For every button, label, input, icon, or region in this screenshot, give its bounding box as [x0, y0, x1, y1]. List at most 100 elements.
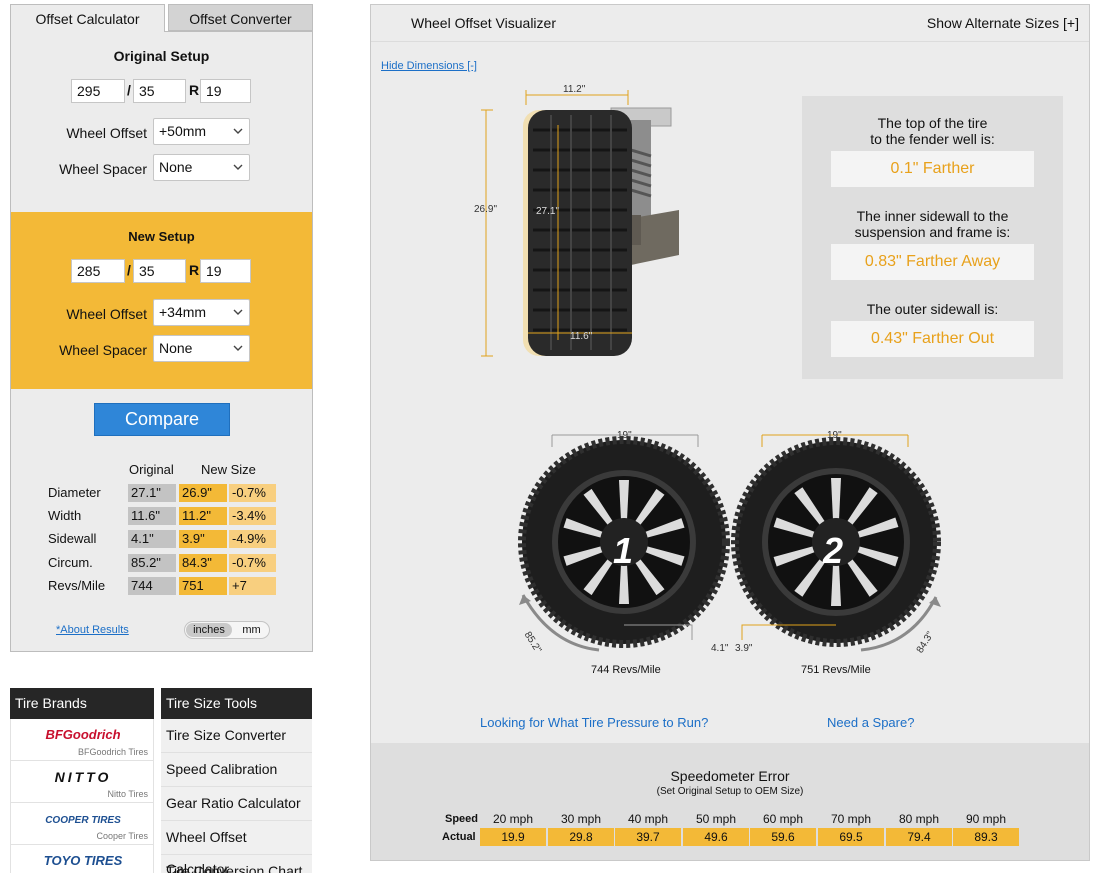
- result-label: Sidewall: [48, 531, 97, 546]
- inner-text-line2: suspension and frame is:: [854, 224, 1011, 240]
- tool-link-gear-ratio-calculator[interactable]: Gear Ratio Calculator: [161, 787, 312, 821]
- show-alternate-sizes-link[interactable]: Show Alternate Sizes [+]: [927, 15, 1079, 31]
- tire-brands-box: Tire Brands BFGoodrich BFGoodrich Tires …: [10, 688, 154, 873]
- offset-calculator-panel: Offset Calculator Offset Converter Origi…: [10, 4, 313, 652]
- result-diff: -4.9%: [229, 530, 276, 548]
- cooper-logo: COOPER TIRES: [45, 815, 121, 826]
- wheel-offset-visualizer: Wheel Offset Visualizer Show Alternate S…: [370, 4, 1090, 861]
- chevron-down-icon: [233, 309, 243, 315]
- tool-link-tire-size-converter[interactable]: Tire Size Converter: [161, 719, 312, 753]
- original-offset-value: +50mm: [159, 123, 207, 139]
- unit-mm-option[interactable]: mm: [235, 623, 268, 637]
- top-width-label: 11.2": [563, 84, 586, 95]
- results-row: Diameter 27.1" 26.9" -0.7%: [11, 484, 312, 502]
- wheel-2-rim-label: 19": [827, 430, 842, 441]
- result-new: 26.9": [179, 484, 227, 502]
- new-offset-select[interactable]: +34mm: [153, 299, 250, 326]
- outer-sidewall-value: 0.43" Farther Out: [831, 321, 1034, 357]
- original-offset-label: Wheel Offset: [66, 125, 147, 141]
- new-spacer-select[interactable]: None: [153, 335, 250, 362]
- results-row: Revs/Mile 744 751 +7: [11, 577, 312, 595]
- chevron-down-icon: [233, 128, 243, 134]
- brand-item-toyo[interactable]: TOYO TIRES: [10, 845, 154, 873]
- speed-value: 40 mph: [627, 812, 669, 826]
- tire-pressure-link[interactable]: Looking for What Tire Pressure to Run?: [480, 715, 708, 730]
- tire-size-tools-title: Tire Size Tools: [161, 688, 312, 719]
- original-rim-input[interactable]: 19: [200, 79, 251, 103]
- need-spare-link[interactable]: Need a Spare?: [827, 715, 914, 730]
- size-separator: /: [127, 262, 131, 278]
- original-aspect-input[interactable]: 35: [133, 79, 186, 103]
- tab-offset-converter[interactable]: Offset Converter: [168, 4, 313, 31]
- bfgoodrich-logo: BFGoodrich: [45, 727, 121, 742]
- result-original: 85.2": [128, 554, 176, 572]
- brand-item-cooper[interactable]: COOPER TIRES Cooper Tires: [10, 803, 154, 845]
- result-label: Width: [48, 508, 82, 523]
- actual-speed-value: 39.7: [615, 828, 681, 846]
- inner-text-line1: The inner sidewall to the: [856, 208, 1009, 224]
- speed-row-label: Speed: [445, 813, 479, 825]
- tire-brands-title: Tire Brands: [10, 688, 154, 719]
- speed-value: 50 mph: [695, 812, 737, 826]
- actual-row-label: Actual: [442, 831, 476, 843]
- speed-value: 90 mph: [965, 812, 1007, 826]
- tire-side-profile-graphic: [481, 90, 679, 357]
- result-new: 84.3": [179, 554, 227, 572]
- result-diff: -0.7%: [229, 484, 276, 502]
- new-rim-input[interactable]: 19: [200, 259, 251, 283]
- unit-toggle[interactable]: inches mm: [184, 621, 270, 639]
- tire-body: [528, 110, 632, 356]
- chevron-down-icon: [233, 164, 243, 170]
- fender-text-line1: The top of the tire: [877, 115, 988, 131]
- original-width-input[interactable]: 295: [71, 79, 125, 103]
- original-spacer-select[interactable]: None: [153, 154, 250, 181]
- hide-dimensions-link[interactable]: Hide Dimensions [-]: [381, 60, 477, 72]
- result-label: Diameter: [48, 485, 101, 500]
- nitto-logo: NITTO: [54, 769, 112, 785]
- comparison-info-box: The top of the tire to the fender well i…: [802, 96, 1063, 379]
- rim-r-label: R: [189, 82, 200, 98]
- result-original: 11.6": [128, 507, 176, 525]
- original-offset-select[interactable]: +50mm: [153, 118, 250, 145]
- tab-offset-calculator[interactable]: Offset Calculator: [10, 4, 165, 32]
- wheel-2-sidewall-label: 3.9": [735, 643, 753, 654]
- unit-inches-option[interactable]: inches: [186, 623, 232, 637]
- wheel-2-number: 2: [823, 530, 844, 571]
- tool-link-wheel-offset-calculator[interactable]: Wheel Offset Calculator: [161, 821, 312, 873]
- wheel-1-number: 1: [613, 530, 634, 571]
- results-header-new: New Size: [201, 462, 256, 477]
- result-original: 744: [128, 577, 176, 595]
- inner-height-label: 27.1": [536, 206, 560, 217]
- result-diff: +7: [229, 577, 276, 595]
- speedometer-subtitle: (Set Original Setup to OEM Size): [656, 786, 804, 797]
- new-aspect-input[interactable]: 35: [133, 259, 186, 283]
- new-setup-title: New Setup: [128, 229, 195, 244]
- original-spacer-value: None: [159, 159, 193, 175]
- rim-r-label: R: [189, 262, 200, 278]
- result-diff: -0.7%: [229, 554, 276, 572]
- compare-button[interactable]: Compare: [94, 403, 230, 436]
- new-setup-section: New Setup 285 / 35 R 19 Wheel Offset +34…: [11, 212, 312, 389]
- outer-height-label: 26.9": [474, 204, 498, 215]
- result-original: 4.1": [128, 530, 176, 548]
- actual-speed-value: 89.3: [953, 828, 1019, 846]
- brand-item-nitto[interactable]: NITTO Nitto Tires: [10, 761, 154, 803]
- new-width-input[interactable]: 285: [71, 259, 125, 283]
- tool-link-tire-conversion-chart[interactable]: Tire Conversion Chart: [161, 855, 312, 873]
- wheel-1-sidewall-label: 4.1": [711, 643, 729, 654]
- brand-name: BFGoodrich Tires: [77, 747, 148, 757]
- speed-value: 70 mph: [830, 812, 872, 826]
- actual-speed-value: 49.6: [683, 828, 749, 846]
- fender-text-line2: to the fender well is:: [870, 131, 995, 147]
- tool-link-speed-calibration[interactable]: Speed Calibration: [161, 753, 312, 787]
- result-label: Circum.: [48, 555, 93, 570]
- actual-speed-value: 79.4: [886, 828, 952, 846]
- wheel-2-revs: 751 Revs/Mile: [801, 664, 871, 676]
- original-spacer-label: Wheel Spacer: [59, 161, 147, 177]
- brand-item-bfgoodrich[interactable]: BFGoodrich BFGoodrich Tires: [10, 719, 154, 761]
- actual-speed-value: 29.8: [548, 828, 614, 846]
- about-results-link[interactable]: *About Results: [56, 624, 129, 636]
- results-row: Sidewall 4.1" 3.9" -4.9%: [11, 530, 312, 548]
- tire-size-tools-box: Tire Size Tools Tire Size Converter Spee…: [161, 688, 312, 873]
- speed-value: 80 mph: [898, 812, 940, 826]
